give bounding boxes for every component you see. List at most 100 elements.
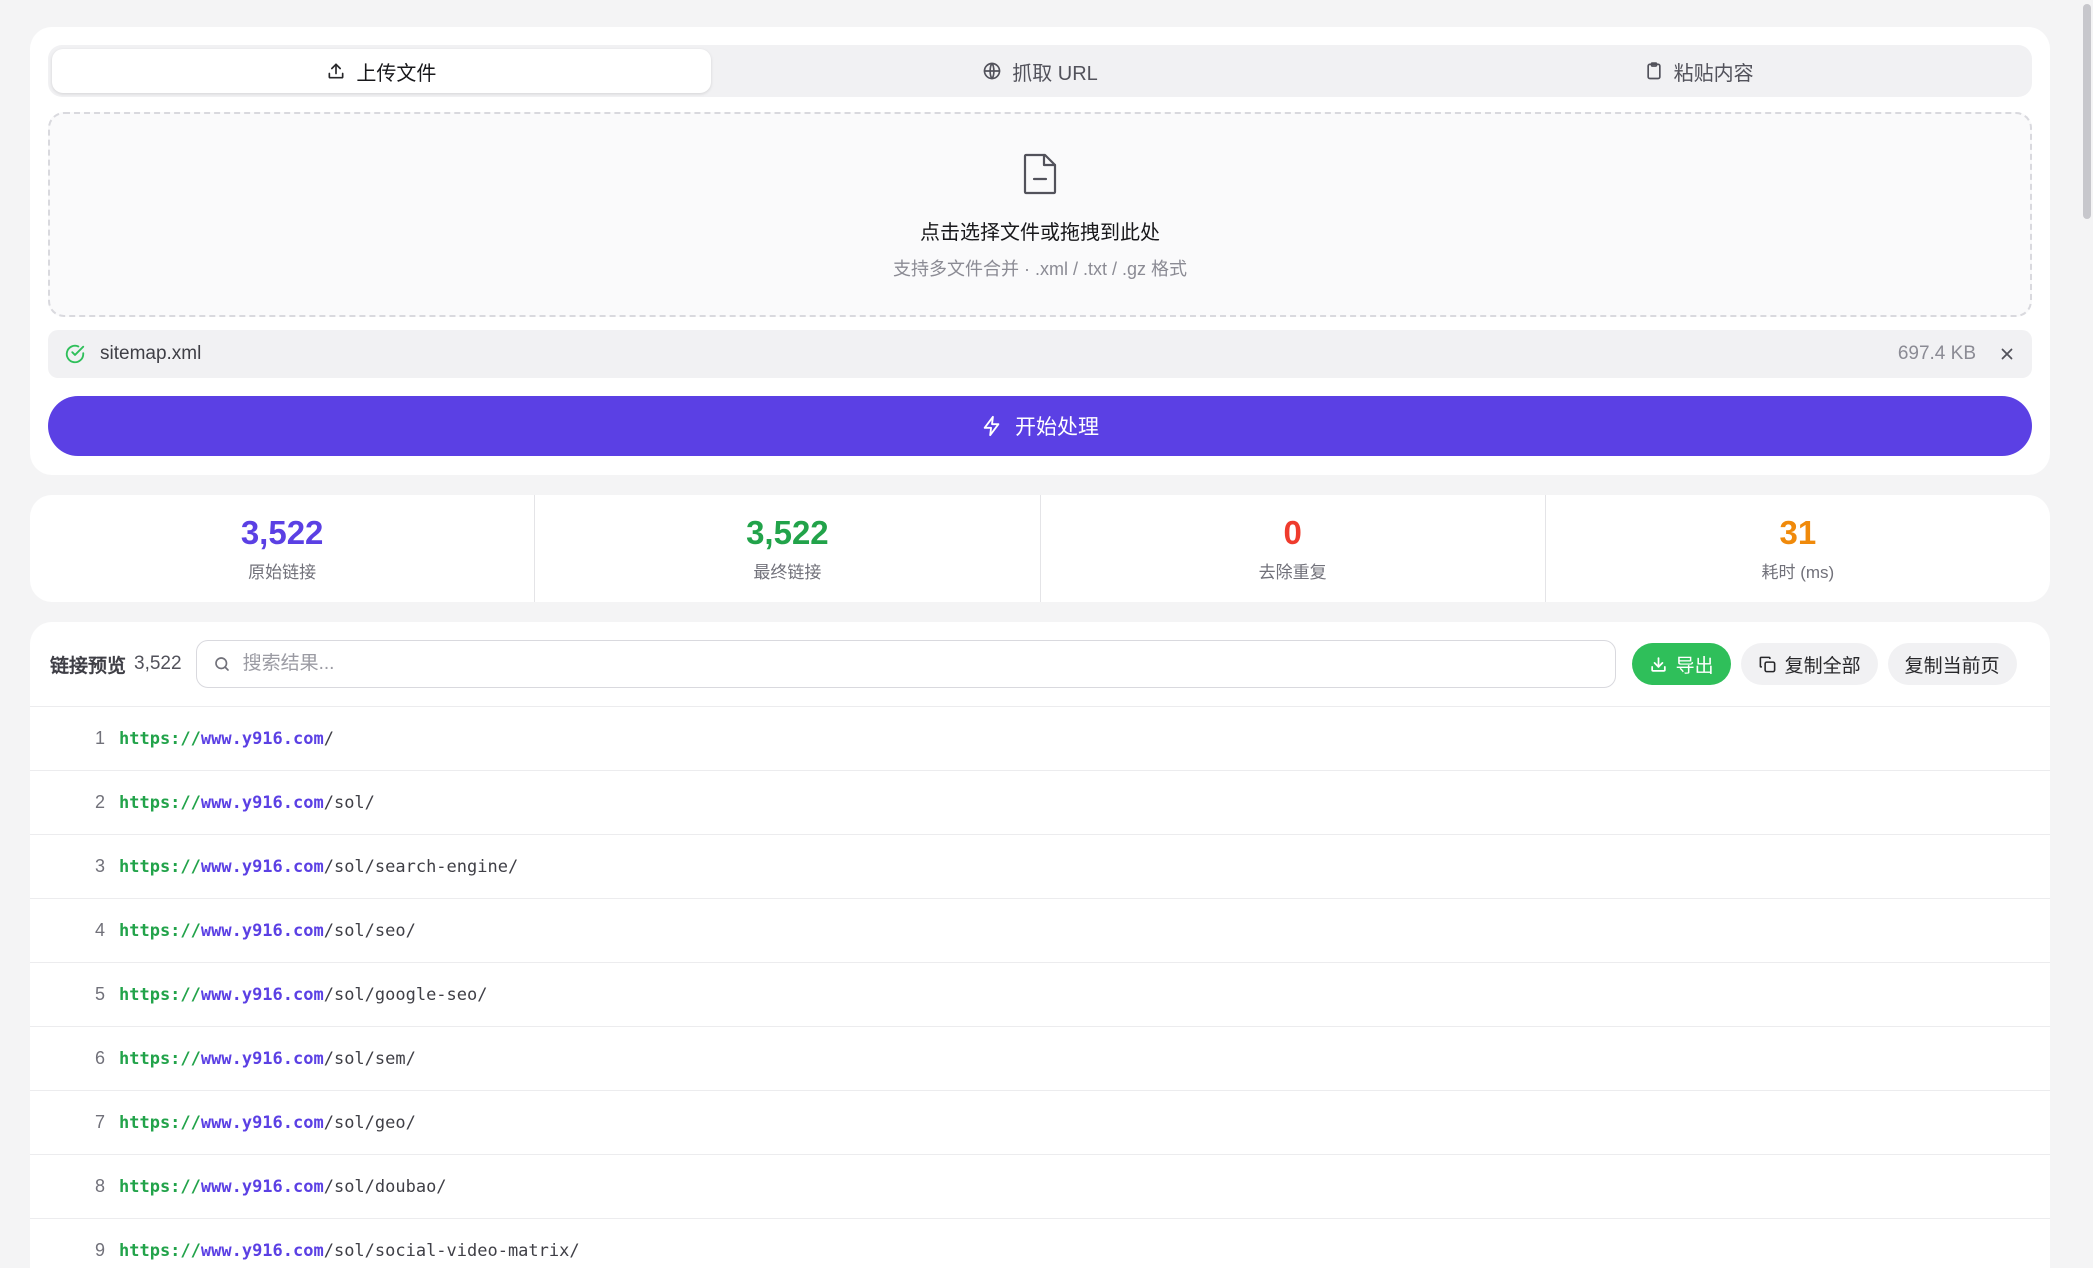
upload-icon: [328, 63, 344, 79]
export-label: 导出: [1675, 655, 1714, 677]
search-box: [195, 640, 1616, 688]
link-index: 9: [94, 1240, 105, 1260]
url-host: www.y916.com: [200, 1176, 324, 1197]
link-url: https://www.y916.com/sol/geo/: [119, 1113, 416, 1133]
url-protocol: https://: [119, 1112, 201, 1133]
export-button[interactable]: 导出: [1631, 643, 1731, 685]
stat-final-links: 3,522 最终链接: [535, 495, 1041, 602]
link-row[interactable]: 8 https://www.y916.com/sol/doubao/: [30, 1155, 2050, 1219]
url-protocol: https://: [119, 984, 201, 1005]
tab-paste-content[interactable]: 粘贴内容: [1369, 49, 2028, 93]
url-path: /: [323, 728, 334, 749]
lightning-icon: [983, 415, 1000, 437]
link-row[interactable]: 4 https://www.y916.com/sol/seo/: [30, 899, 2050, 963]
link-url: https://www.y916.com/sol/google-seo/: [119, 985, 487, 1005]
preview-title: 链接预览: [50, 655, 127, 677]
copy-all-label: 复制全部: [1784, 655, 1861, 677]
tab-label: 抓取 URL: [1012, 62, 1098, 85]
url-path: /sol/search-engine/: [323, 856, 519, 877]
link-row[interactable]: 5 https://www.y916.com/sol/google-seo/: [30, 963, 2050, 1027]
file-dropzone[interactable]: 点击选择文件或拖拽到此处 支持多文件合并 · .xml / .txt / .gz…: [48, 112, 2032, 317]
stat-label: 去除重复: [1258, 563, 1327, 582]
url-host: www.y916.com: [200, 856, 324, 877]
url-path: /sol/sem/: [323, 1048, 416, 1069]
page: 上传文件 抓取 URL 粘贴内容 点击选择文件或拖拽到此处 支持多文件合并 · …: [0, 0, 2093, 1268]
file-name: sitemap.xml: [100, 343, 202, 364]
preview-toolbar: 链接预览 3,522 导出 复制全部 复制当前页: [30, 622, 2050, 707]
copy-all-button[interactable]: 复制全部: [1740, 643, 1878, 685]
start-processing-button[interactable]: 开始处理: [48, 396, 2032, 456]
page-scrollbar[interactable]: [2080, 0, 2093, 1268]
upload-card: 上传文件 抓取 URL 粘贴内容 点击选择文件或拖拽到此处 支持多文件合并 · …: [30, 27, 2050, 475]
link-url: https://www.y916.com/sol/search-engine/: [119, 857, 518, 877]
link-index: 8: [94, 1176, 105, 1196]
stat-value: 31: [1779, 514, 1817, 551]
link-row[interactable]: 1 https://www.y916.com/: [30, 707, 2050, 771]
url-host: www.y916.com: [200, 1048, 324, 1069]
url-path: /sol/social-video-matrix/: [323, 1240, 580, 1261]
tab-fetch-url[interactable]: 抓取 URL: [711, 49, 1370, 93]
selected-file-row: sitemap.xml 697.4 KB: [48, 330, 2032, 378]
url-host: www.y916.com: [200, 920, 324, 941]
search-icon: [214, 657, 229, 671]
preview-count: 3,522: [134, 653, 182, 674]
url-path: /sol/: [323, 792, 375, 813]
stat-label: 耗时 (ms): [1761, 563, 1835, 582]
link-index: 5: [94, 984, 105, 1004]
link-url: https://www.y916.com/sol/doubao/: [119, 1177, 447, 1197]
source-tabs: 上传文件 抓取 URL 粘贴内容: [48, 45, 2032, 97]
link-row[interactable]: 3 https://www.y916.com/sol/search-engine…: [30, 835, 2050, 899]
copy-page-label: 复制当前页: [1904, 655, 2000, 677]
file-icon: [1023, 153, 1057, 195]
link-index: 6: [94, 1048, 105, 1068]
link-index: 3: [94, 856, 105, 876]
url-protocol: https://: [119, 1048, 201, 1069]
dropzone-subtitle: 支持多文件合并 · .xml / .txt / .gz 格式: [892, 259, 1187, 279]
stat-label: 原始链接: [248, 563, 317, 582]
stat-original-links: 3,522 原始链接: [30, 495, 536, 602]
link-row[interactable]: 2 https://www.y916.com/sol/: [30, 771, 2050, 835]
link-url: https://www.y916.com/: [119, 729, 334, 749]
url-host: www.y916.com: [200, 984, 324, 1005]
link-url: https://www.y916.com/sol/sem/: [119, 1049, 416, 1069]
url-protocol: https://: [119, 1240, 201, 1261]
url-protocol: https://: [119, 792, 201, 813]
link-index: 4: [94, 920, 105, 940]
tab-label: 上传文件: [356, 62, 437, 85]
stat-value: 3,522: [746, 514, 829, 551]
copy-page-button[interactable]: 复制当前页: [1887, 643, 2017, 685]
scrollbar-thumb[interactable]: [2083, 4, 2091, 219]
url-host: www.y916.com: [200, 1112, 324, 1133]
download-icon: [1650, 656, 1666, 672]
url-host: www.y916.com: [200, 1240, 324, 1261]
link-url: https://www.y916.com/sol/seo/: [119, 921, 416, 941]
check-circle-icon: [65, 344, 85, 364]
stat-elapsed-time: 31 耗时 (ms): [1546, 495, 2050, 602]
tab-label: 粘贴内容: [1673, 62, 1754, 85]
url-protocol: https://: [119, 728, 201, 749]
url-protocol: https://: [119, 856, 201, 877]
search-input[interactable]: [242, 653, 1599, 675]
stat-label: 最终链接: [753, 563, 822, 582]
url-path: /sol/geo/: [323, 1112, 416, 1133]
link-preview-card: 链接预览 3,522 导出 复制全部 复制当前页: [30, 622, 2050, 1268]
file-size: 697.4 KB: [1897, 343, 1976, 364]
link-row[interactable]: 7 https://www.y916.com/sol/geo/: [30, 1091, 2050, 1155]
globe-icon: [983, 62, 1001, 80]
tab-upload-file[interactable]: 上传文件: [52, 49, 711, 93]
stat-value: 3,522: [240, 514, 324, 551]
url-protocol: https://: [119, 920, 201, 941]
url-protocol: https://: [119, 1176, 201, 1197]
link-row[interactable]: 6 https://www.y916.com/sol/sem/: [30, 1027, 2050, 1091]
url-path: /sol/seo/: [323, 920, 416, 941]
stats-card: 3,522 原始链接 3,522 最终链接 0 去除重复 31 耗时 (ms): [30, 495, 2050, 602]
link-url: https://www.y916.com/sol/social-video-ma…: [119, 1241, 580, 1261]
link-row[interactable]: 9 https://www.y916.com/sol/social-video-…: [30, 1219, 2050, 1268]
clipboard-icon: [1647, 62, 1661, 80]
link-index: 1: [94, 728, 105, 748]
url-path: /sol/doubao/: [323, 1176, 447, 1197]
close-icon[interactable]: [1998, 345, 2016, 363]
dropzone-title: 点击选择文件或拖拽到此处: [920, 222, 1160, 244]
url-host: www.y916.com: [200, 792, 324, 813]
stat-duplicates-removed: 0 去除重复: [1041, 495, 1546, 602]
